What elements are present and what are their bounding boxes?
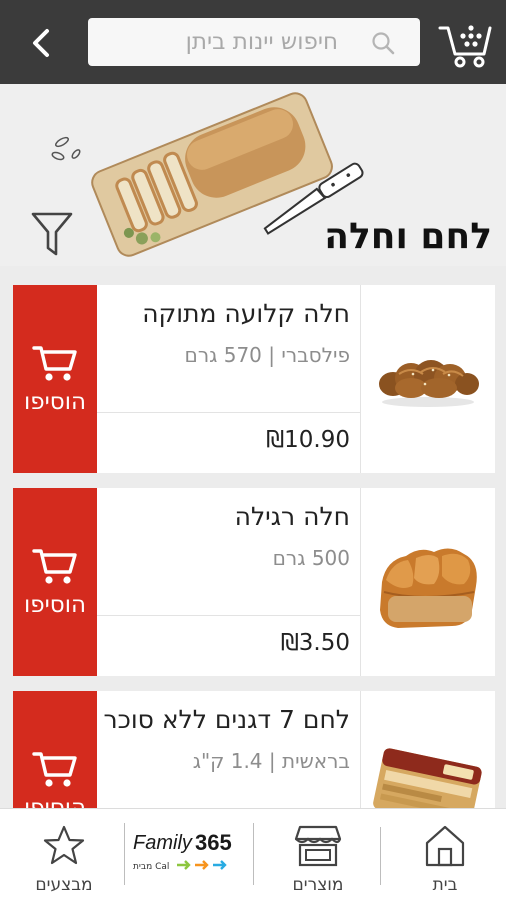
family-word: Family	[133, 832, 193, 854]
product-card[interactable]: הוסיפו חלה רגילה 500 גרם ₪3.50	[13, 488, 495, 676]
product-meta: 500 גרם	[272, 546, 350, 570]
filter-button[interactable]	[30, 210, 74, 260]
challah-loaf-image	[380, 548, 477, 628]
shopping-basket-icon	[438, 25, 492, 68]
nav-home[interactable]: בית	[400, 809, 490, 900]
nav-divider	[380, 827, 381, 885]
home-icon	[425, 825, 465, 867]
top-bar: חיפוש יינות ביתן	[0, 0, 506, 84]
packaged-bread-image	[373, 748, 482, 808]
cart-icon	[32, 549, 77, 584]
star-icon	[43, 825, 85, 865]
bottom-navigation: מבצעים Family 365 מבית Cal מוצרים בית	[0, 808, 506, 900]
product-name: חלה רגילה	[234, 502, 350, 531]
nav-label: מוצרים	[292, 875, 344, 895]
nav-products[interactable]: מוצרים	[274, 809, 362, 900]
nav-label: בית	[432, 875, 458, 895]
product-price: ₪3.50	[280, 630, 350, 656]
family-number: 365	[195, 830, 232, 855]
category-banner: לחם וחלה	[0, 84, 506, 266]
cart-button[interactable]	[436, 14, 496, 70]
search-icon	[372, 32, 395, 55]
braided-challah-image	[379, 360, 479, 407]
family-sub: מבית Cal	[133, 862, 169, 872]
product-meta: בראשית | 1.4 ק"ג	[192, 749, 350, 773]
nav-label: מבצעים	[35, 875, 93, 895]
search-placeholder: חיפוש יינות ביתן	[185, 29, 338, 55]
chevron-left-icon	[33, 29, 49, 57]
product-card[interactable]: הוסיפו חלה קלועה מתוקה פילסברי | 570 גרם…	[13, 285, 495, 473]
family-365-logo-mark: Family 365 מבית Cal	[133, 830, 232, 872]
product-list: הוסיפו חלה קלועה מתוקה פילסברי | 570 גרם…	[0, 266, 506, 808]
cart-icon	[32, 346, 77, 381]
add-to-cart-button[interactable]: הוסיפו	[13, 691, 97, 808]
category-title: לחם וחלה	[324, 216, 492, 257]
add-to-cart-button[interactable]: הוסיפו	[13, 285, 97, 473]
nav-deals[interactable]: מבצעים	[20, 809, 108, 900]
filter-icon	[31, 212, 73, 256]
product-image[interactable]	[360, 691, 495, 808]
add-button-label: הוסיפו	[24, 592, 86, 618]
add-to-cart-button[interactable]: הוסיפו	[13, 488, 97, 676]
product-card[interactable]: הוסיפו לחם 7 דגנים ללא סוכר בראשית | 1.4…	[13, 691, 495, 808]
product-info: חלה רגילה 500 גרם ₪3.50	[97, 488, 360, 676]
product-meta: פילסברי | 570 גרם	[184, 343, 350, 367]
search-input[interactable]: חיפוש יינות ביתן	[88, 18, 420, 66]
cart-icon	[32, 752, 77, 787]
add-button-label: הוסיפו	[24, 795, 86, 808]
product-image[interactable]	[360, 285, 495, 473]
back-button[interactable]	[18, 20, 64, 66]
add-button-label: הוסיפו	[24, 389, 86, 415]
product-info: לחם 7 דגנים ללא סוכר בראשית | 1.4 ק"ג	[97, 691, 360, 808]
store-icon	[294, 825, 342, 867]
product-name: חלה קלועה מתוקה	[142, 299, 350, 328]
product-image[interactable]	[360, 488, 495, 676]
product-info: חלה קלועה מתוקה פילסברי | 570 גרם ₪10.90	[97, 285, 360, 473]
product-price: ₪10.90	[266, 427, 350, 453]
product-name: לחם 7 דגנים ללא סוכר	[103, 705, 350, 734]
family-365-logo[interactable]: Family 365 מבית Cal	[124, 823, 254, 885]
